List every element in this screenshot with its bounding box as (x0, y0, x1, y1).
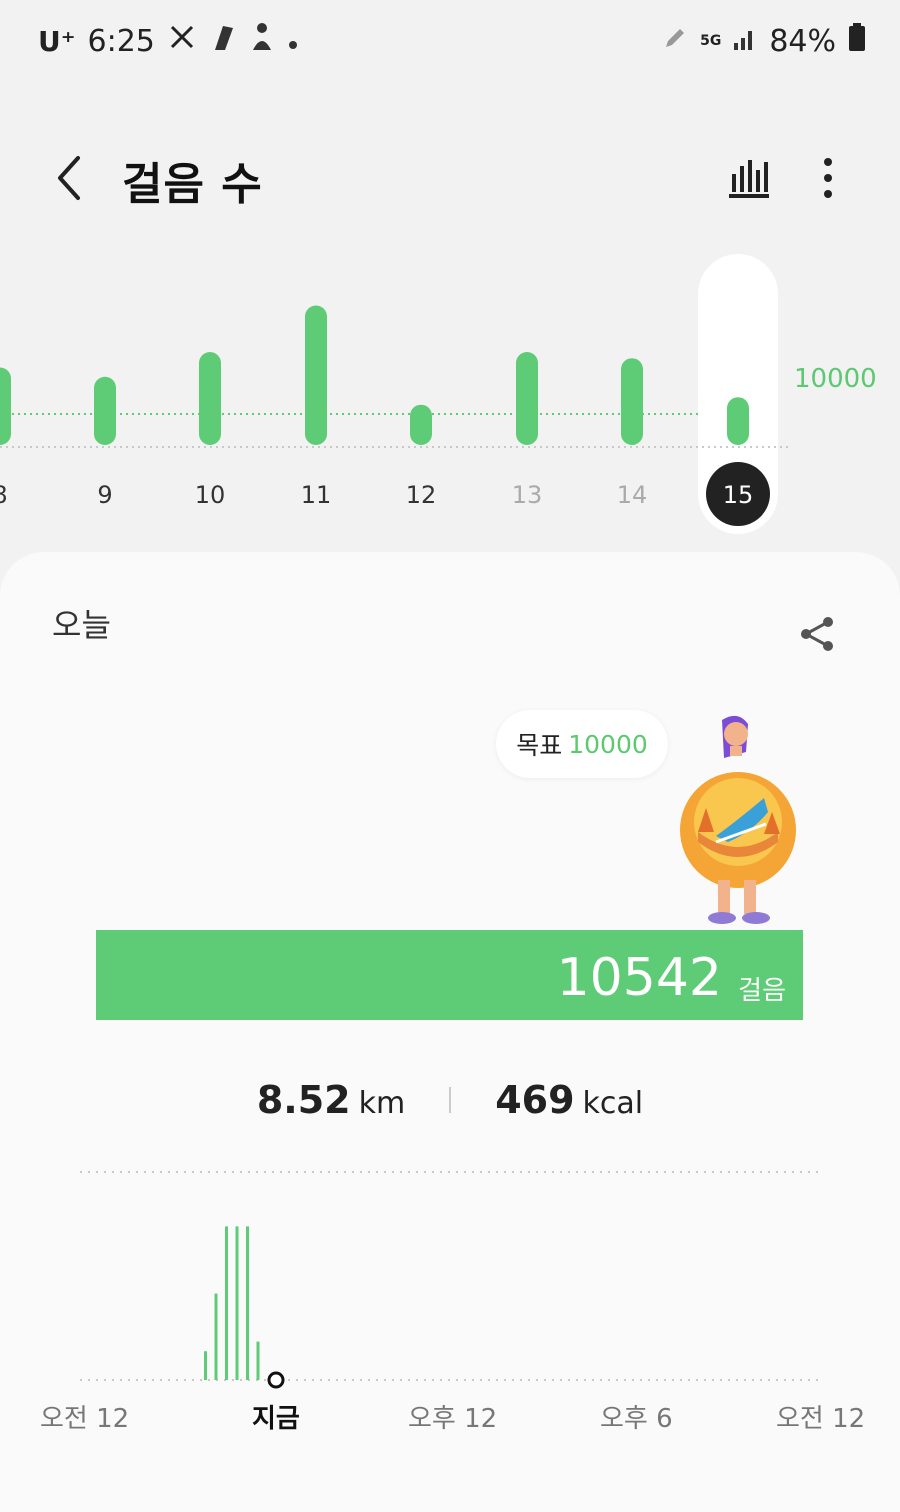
network-icon: 5G (700, 34, 721, 48)
stats-row: 8.52 km 469 kcal (0, 1078, 900, 1122)
day-bar[interactable] (410, 404, 432, 445)
more-options-button[interactable] (812, 150, 844, 206)
day-bar[interactable] (516, 352, 538, 445)
steps-value: 10542 (556, 948, 722, 1008)
share-button[interactable] (796, 612, 840, 656)
hourly-bar (225, 1226, 228, 1380)
walking-icon (249, 22, 275, 60)
day-bar[interactable] (305, 305, 327, 446)
day-tick-label[interactable]: 8 (0, 481, 8, 509)
status-time: 6:25 (87, 23, 155, 59)
day-bar[interactable] (94, 376, 116, 445)
share-icon (801, 617, 833, 651)
hourly-bar (256, 1341, 260, 1380)
signal-icon (733, 24, 757, 59)
missed-call-icon (167, 22, 197, 60)
back-icon (58, 156, 80, 200)
time-label-noon: 오후 12 (408, 1404, 498, 1434)
page-title: 걸음 수 (122, 159, 263, 210)
status-bar-left: U⁺ 6:25 (38, 22, 299, 60)
network-label: 5G (700, 33, 722, 49)
hourly-bar (204, 1351, 207, 1380)
daily-steps-chart[interactable]: 8 9 10 11 12 13 14 15 (0, 240, 900, 550)
carrier-label: U⁺ (38, 24, 76, 58)
day-bar[interactable] (0, 367, 11, 446)
mascot-illustration (668, 712, 808, 928)
chart-button[interactable] (726, 154, 772, 200)
day-bar[interactable] (621, 358, 643, 445)
calories-unit: kcal (582, 1086, 644, 1121)
card-title: 오늘 (52, 606, 111, 644)
more-icon (824, 158, 832, 198)
pen-icon (662, 24, 688, 59)
status-bar-right: 5G 84% (662, 22, 866, 60)
time-label-now: 지금 (252, 1404, 300, 1434)
hourly-bar (235, 1226, 239, 1380)
time-label-start: 오전 12 (40, 1404, 130, 1434)
day-tick-label[interactable]: 9 (97, 481, 112, 509)
battery-percent: 84% (769, 23, 836, 59)
now-marker (267, 1371, 285, 1389)
chart-icon (729, 160, 769, 198)
running-icon (209, 22, 237, 60)
hourly-bar (214, 1293, 218, 1380)
day-tick-label[interactable]: 15 (723, 481, 754, 509)
day-tick-label[interactable]: 13 (512, 481, 543, 509)
goal-line-label: 10000 (794, 364, 877, 394)
battery-icon (848, 22, 866, 60)
day-bar[interactable] (727, 397, 749, 445)
hourly-steps-chart (80, 1171, 820, 1389)
distance-unit: km (358, 1086, 406, 1121)
goal-value: 10000 (568, 729, 648, 759)
time-label-six: 오후 6 (600, 1404, 673, 1434)
hourly-bar (246, 1226, 249, 1380)
stats-divider (449, 1087, 452, 1113)
time-label-end: 오전 12 (776, 1404, 866, 1434)
calories-value: 469 (495, 1078, 575, 1122)
day-bar[interactable] (199, 352, 221, 445)
day-tick-label[interactable]: 14 (617, 481, 648, 509)
day-tick-label[interactable]: 10 (195, 481, 226, 509)
day-tick-label[interactable]: 12 (406, 481, 437, 509)
dot-icon (287, 24, 299, 59)
steps-unit: 걸음 (738, 976, 786, 1006)
back-button[interactable] (48, 150, 92, 206)
day-tick-label[interactable]: 11 (301, 481, 332, 509)
goal-bubble: 목표 10000 (496, 710, 668, 778)
goal-label: 목표 (516, 731, 563, 760)
distance-value: 8.52 (256, 1078, 351, 1122)
